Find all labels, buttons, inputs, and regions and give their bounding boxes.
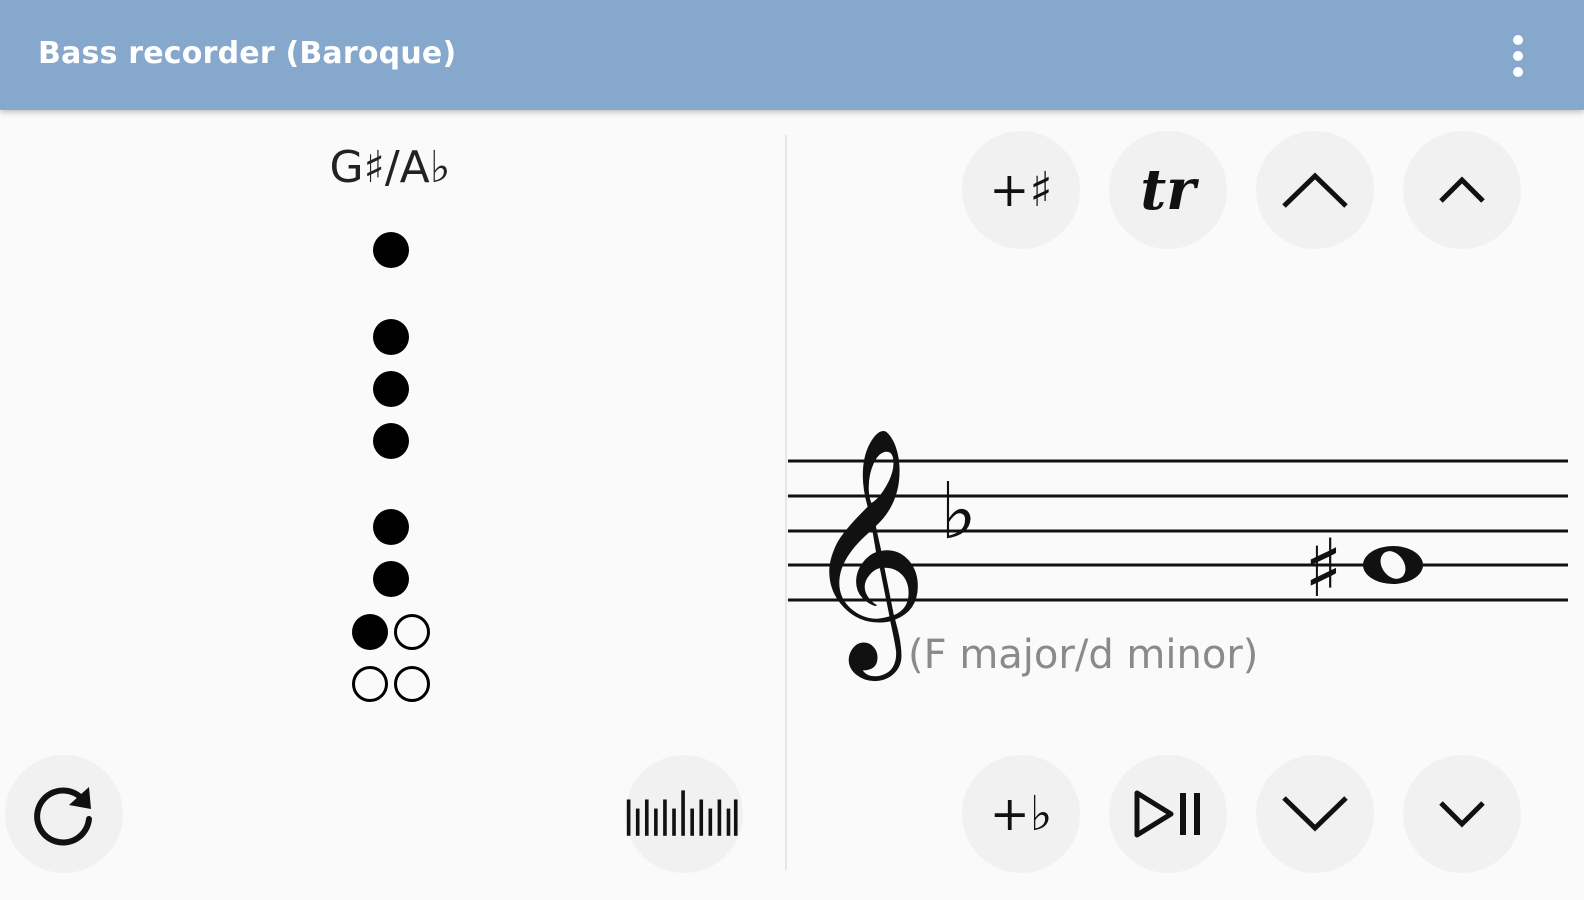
hole-right-3a <box>352 614 388 650</box>
add-flat-label: +♭ <box>989 786 1053 842</box>
key-signature-label: (F major/d minor) <box>908 632 1259 678</box>
add-sharp-label: +♯ <box>989 162 1053 218</box>
accidental-sharp: ♯ <box>1304 522 1343 615</box>
hole-right-2 <box>373 561 409 597</box>
octave-down-button[interactable] <box>1256 755 1374 873</box>
chevron-up-small-icon <box>1439 176 1485 203</box>
semitone-up-button[interactable] <box>1403 131 1521 249</box>
play-pause-icon <box>1134 790 1200 838</box>
app-title: Bass recorder (Baroque) <box>38 36 457 71</box>
add-sharp-button[interactable]: +♯ <box>962 131 1080 249</box>
note-name: G♯/A♭ <box>329 142 451 193</box>
more-vert-icon[interactable] <box>1496 28 1540 84</box>
app-bar: Bass recorder (Baroque) <box>0 0 1584 110</box>
chevron-down-small-icon <box>1439 801 1485 828</box>
tuner-button[interactable] <box>625 755 743 873</box>
refresh-icon <box>34 787 92 846</box>
whole-note <box>1363 546 1423 584</box>
semitone-down-button[interactable] <box>1403 755 1521 873</box>
chevron-up-icon <box>1282 172 1348 208</box>
hole-left-3 <box>373 423 409 459</box>
hole-left-1 <box>373 319 409 355</box>
hole-thumb <box>373 232 409 268</box>
key-signature-flat: ♭ <box>940 467 977 557</box>
trill-label: tr <box>1140 157 1196 223</box>
play-pause-button[interactable] <box>1109 755 1227 873</box>
trill-button[interactable]: tr <box>1109 131 1227 249</box>
hole-right-4b <box>394 666 430 702</box>
octave-up-button[interactable] <box>1256 131 1374 249</box>
panel-divider <box>785 135 787 870</box>
hole-right-3b <box>394 614 430 650</box>
hole-right-4a <box>352 666 388 702</box>
hole-right-1 <box>373 509 409 545</box>
add-flat-button[interactable]: +♭ <box>962 755 1080 873</box>
reset-button[interactable] <box>5 755 123 873</box>
chevron-down-icon <box>1282 796 1348 832</box>
tuner-icon <box>626 790 738 836</box>
hole-left-2 <box>373 371 409 407</box>
